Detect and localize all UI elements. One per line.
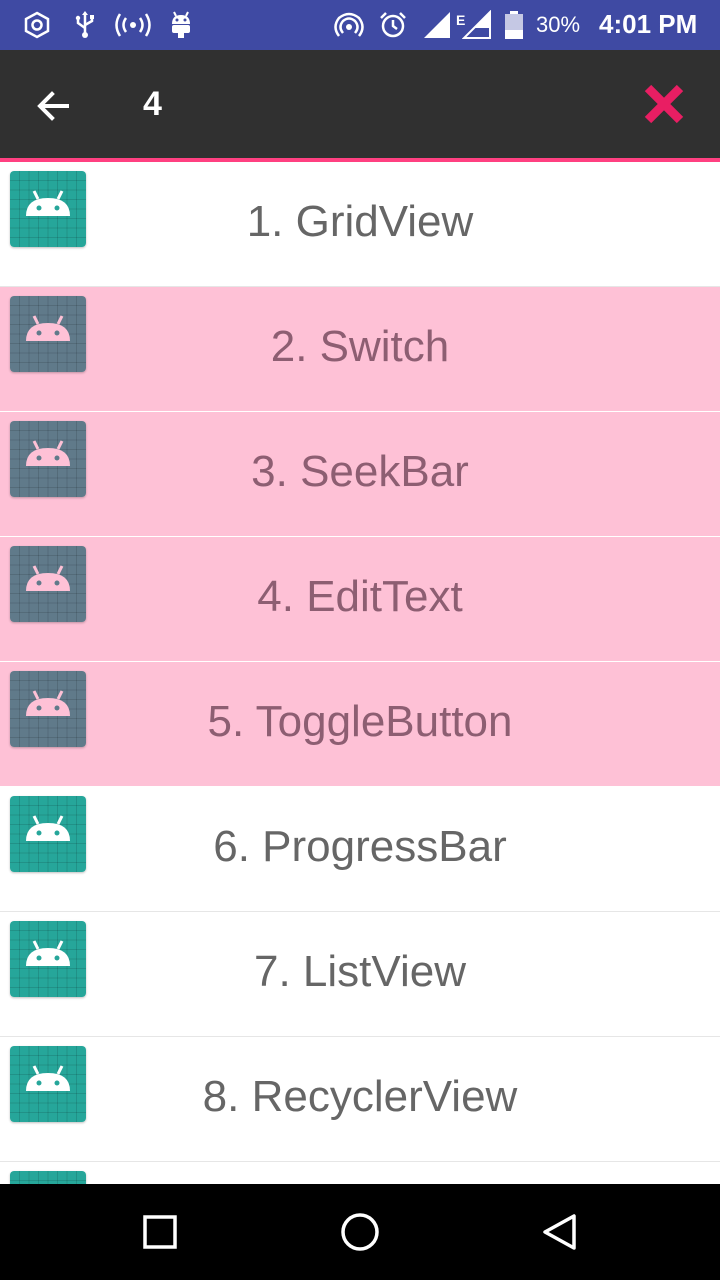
signal-icon	[424, 12, 450, 38]
list-item[interactable]: 6. ProgressBar	[0, 787, 720, 912]
battery-icon	[505, 11, 523, 39]
home-icon[interactable]	[336, 1208, 384, 1256]
back-icon[interactable]	[536, 1208, 584, 1256]
hotspot-icon	[115, 13, 151, 37]
list-item-label: 7. ListView	[254, 947, 466, 996]
list-item-label: 5. ToggleButton	[207, 697, 513, 746]
list-item-label: 1. GridView	[246, 197, 474, 246]
toolbar: 4	[0, 50, 720, 158]
list-item[interactable]: 5. ToggleButton	[0, 662, 720, 787]
list-item[interactable]: 2. Switch	[0, 287, 720, 412]
arrow-back-icon[interactable]	[22, 72, 86, 136]
list-item-label: 4. EditText	[257, 572, 463, 621]
close-icon[interactable]	[632, 72, 696, 136]
usb-icon	[75, 11, 94, 38]
list-item-label: 8. RecyclerView	[202, 1072, 518, 1121]
clock: 4:01 PM	[599, 9, 698, 39]
page-title: 4	[143, 85, 162, 123]
list-item[interactable]	[0, 1162, 720, 1184]
android-debug-icon	[172, 11, 190, 38]
list-item-label: 2. Switch	[270, 322, 450, 371]
wifi-hotspot-icon	[334, 12, 364, 37]
battery-percent: 30%	[536, 12, 581, 37]
signal-icon-2	[462, 10, 491, 39]
status-bar: E 30% 4:01 PM	[0, 0, 720, 50]
item-list: 1. GridView 2. Switch 3. SeekBar 4. Edit…	[0, 162, 720, 1184]
list-item[interactable]: 4. EditText	[0, 537, 720, 662]
android-icon	[10, 1171, 86, 1184]
alarm-icon	[380, 12, 406, 38]
list-item[interactable]: 8. RecyclerView	[0, 1037, 720, 1162]
list-item-label: 6. ProgressBar	[213, 822, 507, 871]
list-item-label: 3. SeekBar	[251, 447, 469, 496]
list-item[interactable]: 1. GridView	[0, 162, 720, 287]
list-item[interactable]: 3. SeekBar	[0, 412, 720, 537]
list-item[interactable]: 7. ListView	[0, 912, 720, 1037]
navigation-bar	[0, 1184, 720, 1280]
recents-icon[interactable]	[136, 1208, 184, 1256]
chrome-icon	[24, 11, 50, 39]
